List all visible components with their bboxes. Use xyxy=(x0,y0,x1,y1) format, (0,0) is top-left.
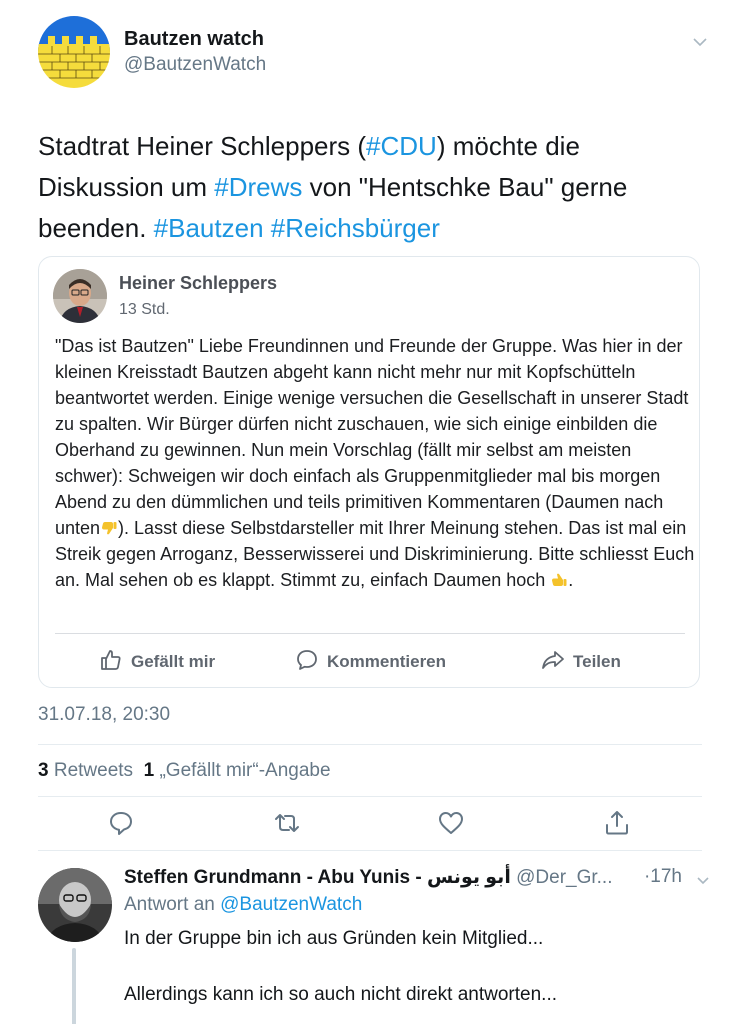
caret-down-icon[interactable] xyxy=(692,34,708,50)
likes-stat[interactable]: 1 „Gefällt mir“-Angabe xyxy=(144,760,331,781)
embedded-body-part3: . xyxy=(568,570,574,590)
like-icon[interactable] xyxy=(438,810,464,836)
reply-to-prefix: Antwort an xyxy=(124,894,215,915)
grundmann-avatar[interactable] xyxy=(38,868,112,942)
embedded-post-time: 13 Std. xyxy=(119,301,170,318)
embedded-divider xyxy=(55,633,685,634)
reply-time[interactable]: ·17h xyxy=(644,866,682,888)
share-icon[interactable] xyxy=(604,810,630,836)
embedded-author-name[interactable]: Heiner Schleppers xyxy=(119,273,277,294)
tweet-timestamp[interactable]: 31.07.18, 20:30 xyxy=(38,704,170,726)
retweets-label: Retweets xyxy=(53,760,134,781)
reply-author-name[interactable]: Steffen Grundmann - Abu Yunis - أبو يونس xyxy=(124,867,511,888)
divider xyxy=(38,744,702,745)
hashtag-link[interactable]: #Reichsbürger xyxy=(271,213,440,243)
tweet-text: Stadtrat Heiner Schleppers (#CDU) möchte… xyxy=(38,126,678,249)
hashtag-link[interactable]: #CDU xyxy=(366,131,437,161)
author-name[interactable]: Bautzen watch xyxy=(124,28,264,51)
embedded-post-body: "Das ist Bautzen" Liebe Freundinnen und … xyxy=(55,333,695,593)
share-arrow-icon xyxy=(541,648,565,677)
hashtag-link[interactable]: #Drews xyxy=(214,172,302,202)
retweet-icon[interactable] xyxy=(274,810,300,836)
retweets-stat[interactable]: 3 Retweets xyxy=(38,760,133,781)
fb-comment-button[interactable]: Kommentieren xyxy=(295,649,446,675)
embedded-body-part1: "Das ist Bautzen" Liebe Freundinnen und … xyxy=(55,336,689,538)
reply-icon[interactable] xyxy=(108,810,134,836)
reply-author-handle[interactable]: @Der_Gr... xyxy=(516,867,612,888)
tweet-stats: 3 Retweets 1 „Gefällt mir“-Angabe xyxy=(38,760,331,782)
retweets-count: 3 xyxy=(38,760,49,781)
fb-like-label: Gefällt mir xyxy=(131,652,216,671)
reply-text-line1: In der Gruppe bin ich aus Gründen kein M… xyxy=(124,928,544,949)
tweet-text-segment xyxy=(264,213,271,243)
schleppers-avatar xyxy=(53,269,107,323)
reply-tweet[interactable]: Steffen Grundmann - Abu Yunis - أبو يونس… xyxy=(38,862,710,1024)
embedded-body-part2: ). Lasst diese Selbstdarsteller mit Ihre… xyxy=(55,518,695,590)
tweet-header: Bautzen watch @BautzenWatch xyxy=(38,16,708,96)
thread-line xyxy=(72,948,76,1024)
caret-down-icon[interactable] xyxy=(696,872,710,886)
reply-to-mention[interactable]: @BautzenWatch xyxy=(220,894,362,915)
divider xyxy=(38,850,702,851)
reply-to-line: Antwort an @BautzenWatch xyxy=(124,894,362,916)
likes-label: „Gefällt mir“-Angabe xyxy=(159,760,331,781)
fb-like-button[interactable]: Gefällt mir xyxy=(99,649,215,675)
reply-header: Steffen Grundmann - Abu Yunis - أبو يونس… xyxy=(124,866,710,889)
comment-icon xyxy=(295,648,319,677)
author-handle[interactable]: @BautzenWatch xyxy=(124,54,266,76)
thumbs-up-emoji xyxy=(550,570,568,588)
fb-share-button[interactable]: Teilen xyxy=(541,649,621,675)
reply-text-line2: Allerdings kann ich so auch nicht direkt… xyxy=(124,984,558,1005)
likes-count: 1 xyxy=(143,760,155,781)
divider xyxy=(38,796,702,797)
thumbs-up-icon xyxy=(99,648,123,677)
thumbs-down-emoji xyxy=(100,518,118,536)
fb-share-label: Teilen xyxy=(573,652,621,671)
bautzen-crest-avatar[interactable] xyxy=(38,16,110,88)
hashtag-link[interactable]: #Bautzen xyxy=(154,213,264,243)
tweet-text-segment: Stadtrat Heiner Schleppers ( xyxy=(38,131,367,161)
fb-comment-label: Kommentieren xyxy=(327,652,447,671)
embedded-facebook-post[interactable]: Heiner Schleppers 13 Std. "Das ist Bautz… xyxy=(38,256,700,688)
